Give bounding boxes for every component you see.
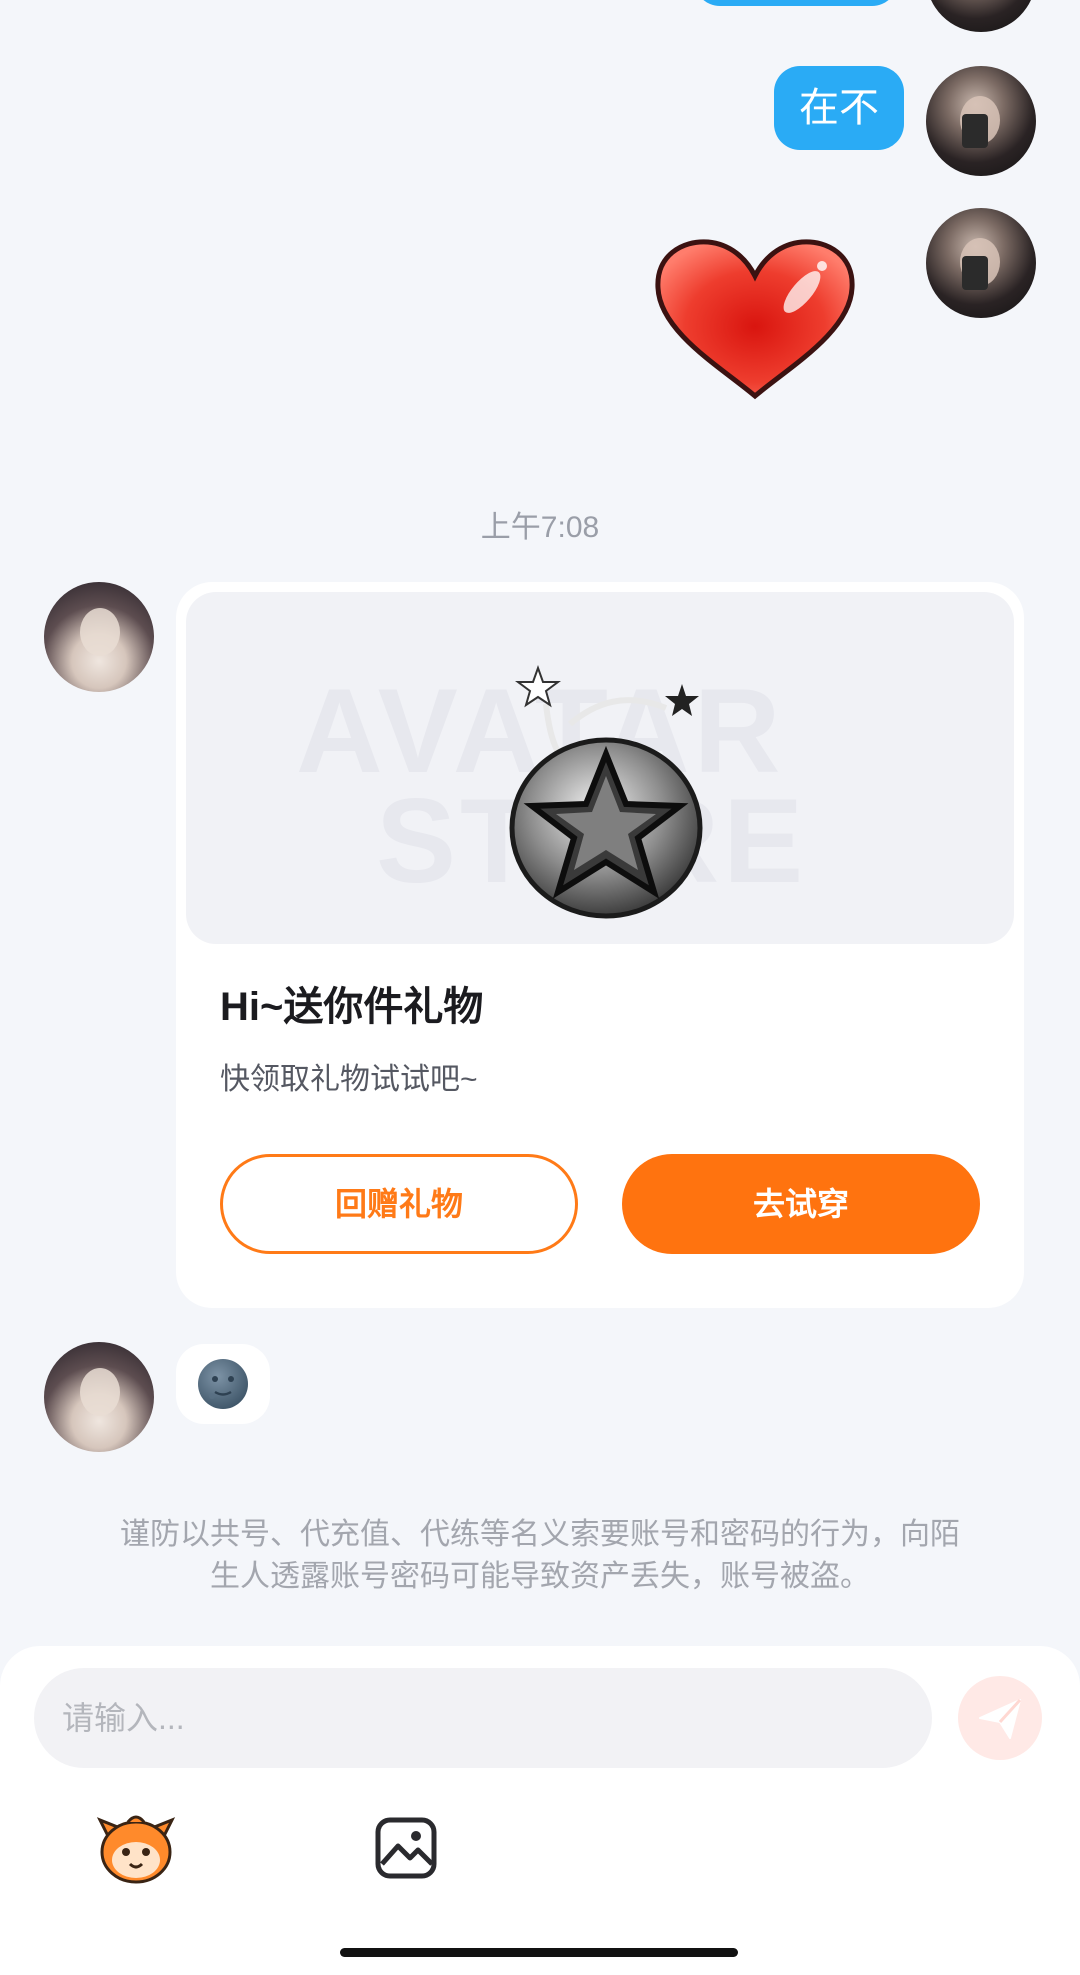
gift-subtitle: 快领取礼物试试吧~: [220, 1063, 478, 1096]
avatar-face: [80, 608, 120, 656]
emoji-message-bubble[interactable]: [176, 1344, 270, 1424]
sender-avatar[interactable]: [44, 1342, 154, 1452]
safety-notice-line2: 生人透露账号密码可能导致资产丢失，账号被盗。: [210, 1560, 870, 1593]
phone-in-avatar: [962, 114, 988, 148]
sender-avatar[interactable]: [44, 582, 154, 692]
my-avatar[interactable]: [926, 208, 1036, 318]
my-avatar[interactable]: [926, 0, 1036, 32]
safety-notice: 谨防以共号、代充值、代练等名义索要账号和密码的行为，向陌 生人透露账号密码可能导…: [80, 1514, 1000, 1598]
message-composer: [0, 1646, 1080, 1975]
gift-card[interactable]: AVATAR STORE Hi~送你件礼物 快领: [176, 582, 1024, 1308]
new-moon-face-icon: [198, 1359, 248, 1409]
my-avatar[interactable]: [926, 66, 1036, 176]
try-on-button[interactable]: 去试穿: [622, 1154, 980, 1254]
mascot-emoji-button[interactable]: [94, 1806, 178, 1890]
heart-sticker[interactable]: [652, 236, 858, 402]
message-text: 在不: [799, 86, 879, 130]
message-timestamp: 上午7:08: [480, 511, 600, 544]
send-icon: [979, 1698, 1022, 1739]
gift-preview-image: AVATAR STORE: [186, 592, 1014, 944]
return-gift-button[interactable]: 回赠礼物: [220, 1154, 578, 1254]
heart-icon: [655, 239, 855, 400]
star-accessory-icon: [509, 665, 703, 919]
phone-in-avatar: [962, 256, 988, 290]
home-indicator[interactable]: [340, 1948, 738, 1957]
avatar-face: [80, 1368, 120, 1416]
image-button[interactable]: [374, 1816, 438, 1880]
previous-message-bubble[interactable]: [694, 0, 898, 6]
gift-title: Hi~送你件礼物: [220, 985, 484, 1029]
message-input[interactable]: [34, 1668, 932, 1768]
send-button[interactable]: [958, 1676, 1042, 1760]
mascot-emoji-icon: [96, 1815, 176, 1884]
chat-screen: 在不 上午7:08 AVATAR Hi~送你件礼物 快领取礼物试试吧~ 回赠礼物…: [0, 0, 1080, 1975]
safety-notice-line1: 谨防以共号、代充值、代练等名义索要账号和密码的行为，向陌: [120, 1518, 960, 1551]
image-icon: [375, 1817, 437, 1879]
outgoing-text-bubble[interactable]: 在不: [774, 66, 904, 150]
